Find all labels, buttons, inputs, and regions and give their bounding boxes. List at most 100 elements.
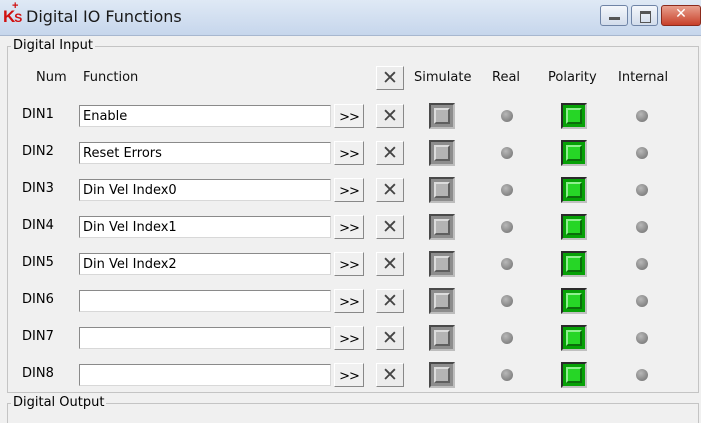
- header-internal: Internal: [618, 70, 669, 85]
- din-label: DIN4: [22, 218, 54, 233]
- real-state-led: [501, 110, 513, 122]
- real-state-led: [501, 258, 513, 270]
- simulate-toggle-face: [434, 256, 450, 272]
- real-state-led: [501, 184, 513, 196]
- simulate-toggle[interactable]: [429, 140, 455, 166]
- app-logo-icon: K + S: [3, 0, 22, 26]
- simulate-toggle-face: [434, 330, 450, 346]
- clear-function-button[interactable]: ✕: [376, 141, 404, 165]
- polarity-toggle[interactable]: [561, 103, 587, 129]
- simulate-toggle-face: [434, 145, 450, 161]
- select-function-button[interactable]: >>: [334, 215, 364, 239]
- header-num: Num: [36, 70, 67, 85]
- simulate-toggle-face: [434, 108, 450, 124]
- simulate-toggle[interactable]: [429, 251, 455, 277]
- select-function-button[interactable]: >>: [334, 326, 364, 350]
- function-field[interactable]: Reset Errors: [79, 142, 331, 164]
- polarity-toggle-face: [566, 145, 582, 161]
- function-field[interactable]: Din Vel Index0: [79, 179, 331, 201]
- simulate-toggle[interactable]: [429, 362, 455, 388]
- clear-icon: ✕: [382, 290, 398, 312]
- select-function-button[interactable]: >>: [334, 252, 364, 276]
- din-label: DIN1: [22, 107, 54, 122]
- clear-function-button[interactable]: ✕: [376, 363, 404, 387]
- simulate-toggle-face: [434, 182, 450, 198]
- title-bar: K + S Digital IO Functions ✕: [0, 0, 701, 36]
- internal-state-led: [636, 110, 648, 122]
- clear-all-button[interactable]: ✕: [376, 66, 404, 90]
- clear-function-button[interactable]: ✕: [376, 178, 404, 202]
- digital-output-group: Digital Output: [7, 395, 699, 423]
- polarity-toggle[interactable]: [561, 288, 587, 314]
- close-icon: ✕: [675, 6, 687, 22]
- header-polarity: Polarity: [548, 70, 597, 85]
- clear-function-button[interactable]: ✕: [376, 289, 404, 313]
- din-label: DIN8: [22, 366, 54, 381]
- din-label: DIN6: [22, 292, 54, 307]
- clear-function-button[interactable]: ✕: [376, 326, 404, 350]
- simulate-toggle[interactable]: [429, 325, 455, 351]
- maximize-button[interactable]: [631, 5, 658, 26]
- real-state-led: [501, 369, 513, 381]
- clear-function-button[interactable]: ✕: [376, 215, 404, 239]
- real-state-led: [501, 221, 513, 233]
- simulate-toggle-face: [434, 367, 450, 383]
- clear-icon: ✕: [382, 327, 398, 349]
- clear-icon: ✕: [382, 364, 398, 386]
- function-field[interactable]: [79, 364, 331, 386]
- function-field[interactable]: [79, 290, 331, 312]
- simulate-toggle[interactable]: [429, 103, 455, 129]
- real-state-led: [501, 295, 513, 307]
- function-field[interactable]: Din Vel Index2: [79, 253, 331, 275]
- simulate-toggle[interactable]: [429, 214, 455, 240]
- clear-icon: ✕: [382, 142, 398, 164]
- polarity-toggle-face: [566, 108, 582, 124]
- internal-state-led: [636, 184, 648, 196]
- real-state-led: [501, 332, 513, 344]
- function-field[interactable]: Enable: [79, 105, 331, 127]
- clear-function-button[interactable]: ✕: [376, 104, 404, 128]
- polarity-toggle[interactable]: [561, 251, 587, 277]
- polarity-toggle[interactable]: [561, 177, 587, 203]
- simulate-toggle-face: [434, 219, 450, 235]
- select-function-button[interactable]: >>: [334, 289, 364, 313]
- clear-icon: ✕: [382, 216, 398, 238]
- polarity-toggle[interactable]: [561, 214, 587, 240]
- polarity-toggle[interactable]: [561, 325, 587, 351]
- select-function-button[interactable]: >>: [334, 141, 364, 165]
- internal-state-led: [636, 258, 648, 270]
- simulate-toggle[interactable]: [429, 288, 455, 314]
- polarity-toggle-face: [566, 330, 582, 346]
- internal-state-led: [636, 221, 648, 233]
- din-label: DIN5: [22, 255, 54, 270]
- function-field[interactable]: Din Vel Index1: [79, 216, 331, 238]
- digital-output-legend: Digital Output: [11, 395, 107, 410]
- header-real: Real: [492, 70, 521, 85]
- select-function-button[interactable]: >>: [334, 104, 364, 128]
- polarity-toggle-face: [566, 367, 582, 383]
- clear-function-button[interactable]: ✕: [376, 252, 404, 276]
- polarity-toggle-face: [566, 182, 582, 198]
- polarity-toggle[interactable]: [561, 362, 587, 388]
- clear-icon: ✕: [382, 179, 398, 201]
- select-function-button[interactable]: >>: [334, 363, 364, 387]
- minimize-icon: [609, 17, 620, 20]
- polarity-toggle-face: [566, 256, 582, 272]
- window-title: Digital IO Functions: [26, 7, 182, 26]
- polarity-toggle[interactable]: [561, 140, 587, 166]
- digital-input-legend: Digital Input: [11, 38, 95, 53]
- internal-state-led: [636, 147, 648, 159]
- minimize-button[interactable]: [600, 5, 628, 26]
- close-button[interactable]: ✕: [661, 5, 701, 26]
- function-field[interactable]: [79, 327, 331, 349]
- simulate-toggle[interactable]: [429, 177, 455, 203]
- din-label: DIN7: [22, 329, 54, 344]
- internal-state-led: [636, 295, 648, 307]
- clear-icon: ✕: [382, 253, 398, 275]
- select-function-button[interactable]: >>: [334, 178, 364, 202]
- polarity-toggle-face: [566, 293, 582, 309]
- maximize-icon: [640, 11, 651, 23]
- polarity-toggle-face: [566, 219, 582, 235]
- internal-state-led: [636, 332, 648, 344]
- header-simulate: Simulate: [414, 70, 472, 85]
